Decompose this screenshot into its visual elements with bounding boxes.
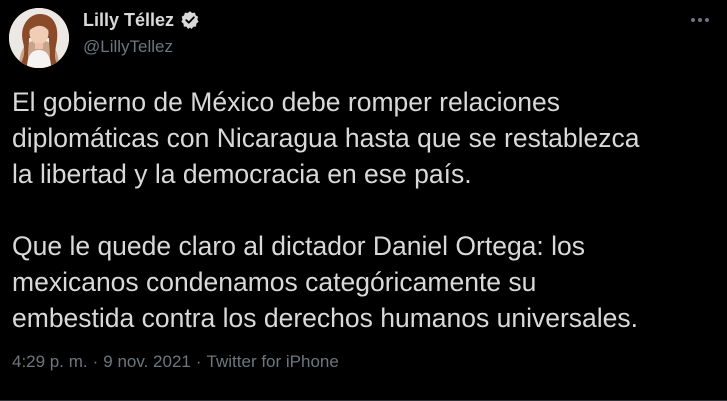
tweet-text: El gobierno de México debe romper relaci… [12,84,717,336]
verified-badge-icon [180,10,200,30]
tweet-time[interactable]: 4:29 p. m. [12,352,88,371]
avatar[interactable] [9,8,69,68]
meta-separator: · [195,352,202,371]
meta-separator: · [92,352,99,371]
tweet-source[interactable]: Twitter for iPhone [207,352,339,371]
author-display-name[interactable]: Lilly Téllez [83,9,174,31]
tweet-date[interactable]: 9 nov. 2021 [103,352,191,371]
tweet-paragraph-2: Que le quede claro al dictador Daniel Or… [12,231,639,333]
tweet-paragraph-1: El gobierno de México debe romper relaci… [12,87,640,189]
dot-icon [698,18,702,22]
dot-icon [691,18,695,22]
author-handle[interactable]: @LillyTellez [83,36,173,58]
tweet-card: Lilly Téllez @LillyTellez El gobierno de… [0,0,727,401]
dot-icon [705,18,709,22]
tweet-meta: 4:29 p. m. · 9 nov. 2021 · Twitter for iPhon… [12,351,339,373]
more-options-icon[interactable] [685,10,715,30]
author-name-row[interactable]: Lilly Téllez [83,9,200,31]
